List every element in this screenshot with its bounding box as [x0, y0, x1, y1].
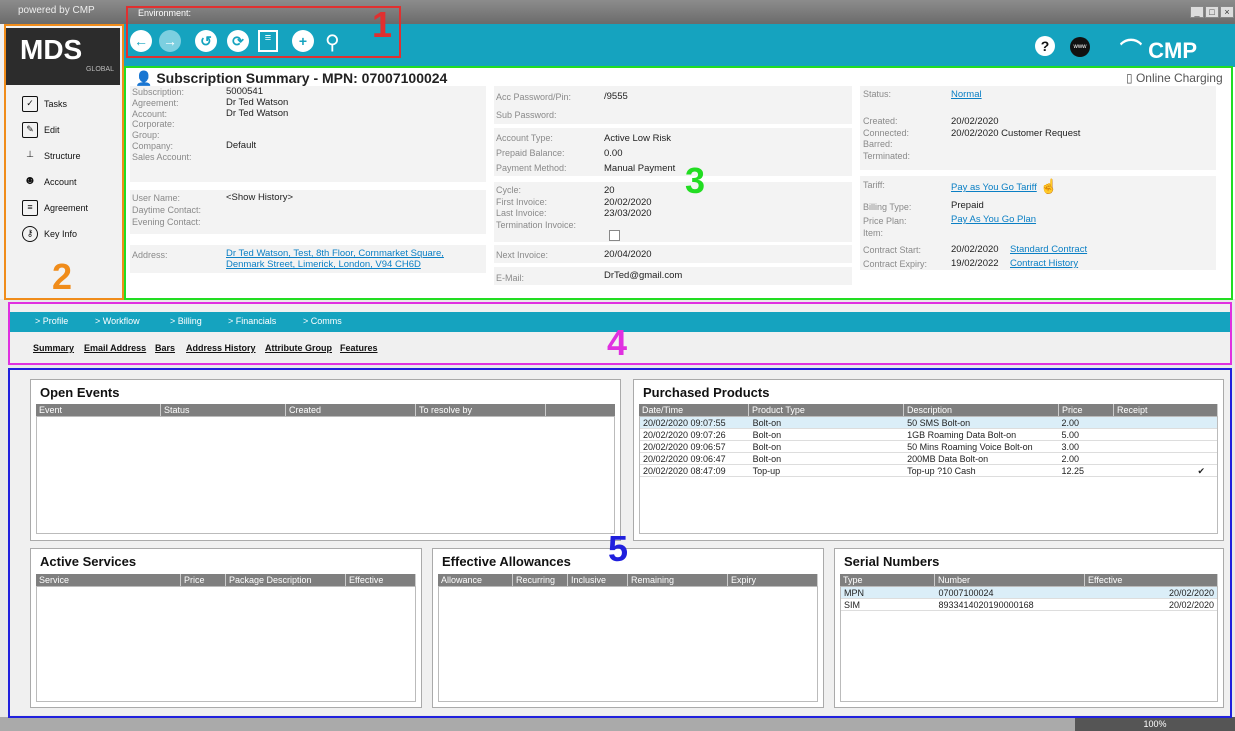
- callout-number-5: 5: [608, 528, 629, 569]
- callout-box-1: [126, 6, 401, 58]
- maximize-button[interactable]: □: [1205, 6, 1219, 18]
- status-bar: [0, 717, 1235, 731]
- help-icon[interactable]: ?: [1035, 36, 1055, 56]
- callout-number-1: 1: [372, 4, 393, 45]
- minimize-button[interactable]: _: [1190, 6, 1204, 18]
- callout-number-4: 4: [607, 322, 628, 363]
- zoom-level: 100%: [1075, 717, 1235, 731]
- www-icon[interactable]: www: [1070, 37, 1090, 57]
- cmp-logo-text: CMP: [1148, 38, 1198, 63]
- cmp-logo: ⌒ CMP: [1120, 38, 1198, 63]
- close-button[interactable]: ×: [1220, 6, 1234, 18]
- callout-number-3: 3: [685, 160, 706, 201]
- callout-number-2: 2: [52, 256, 73, 297]
- powered-by-label: powered by CMP: [18, 5, 95, 16]
- callout-box-3: [124, 66, 1233, 300]
